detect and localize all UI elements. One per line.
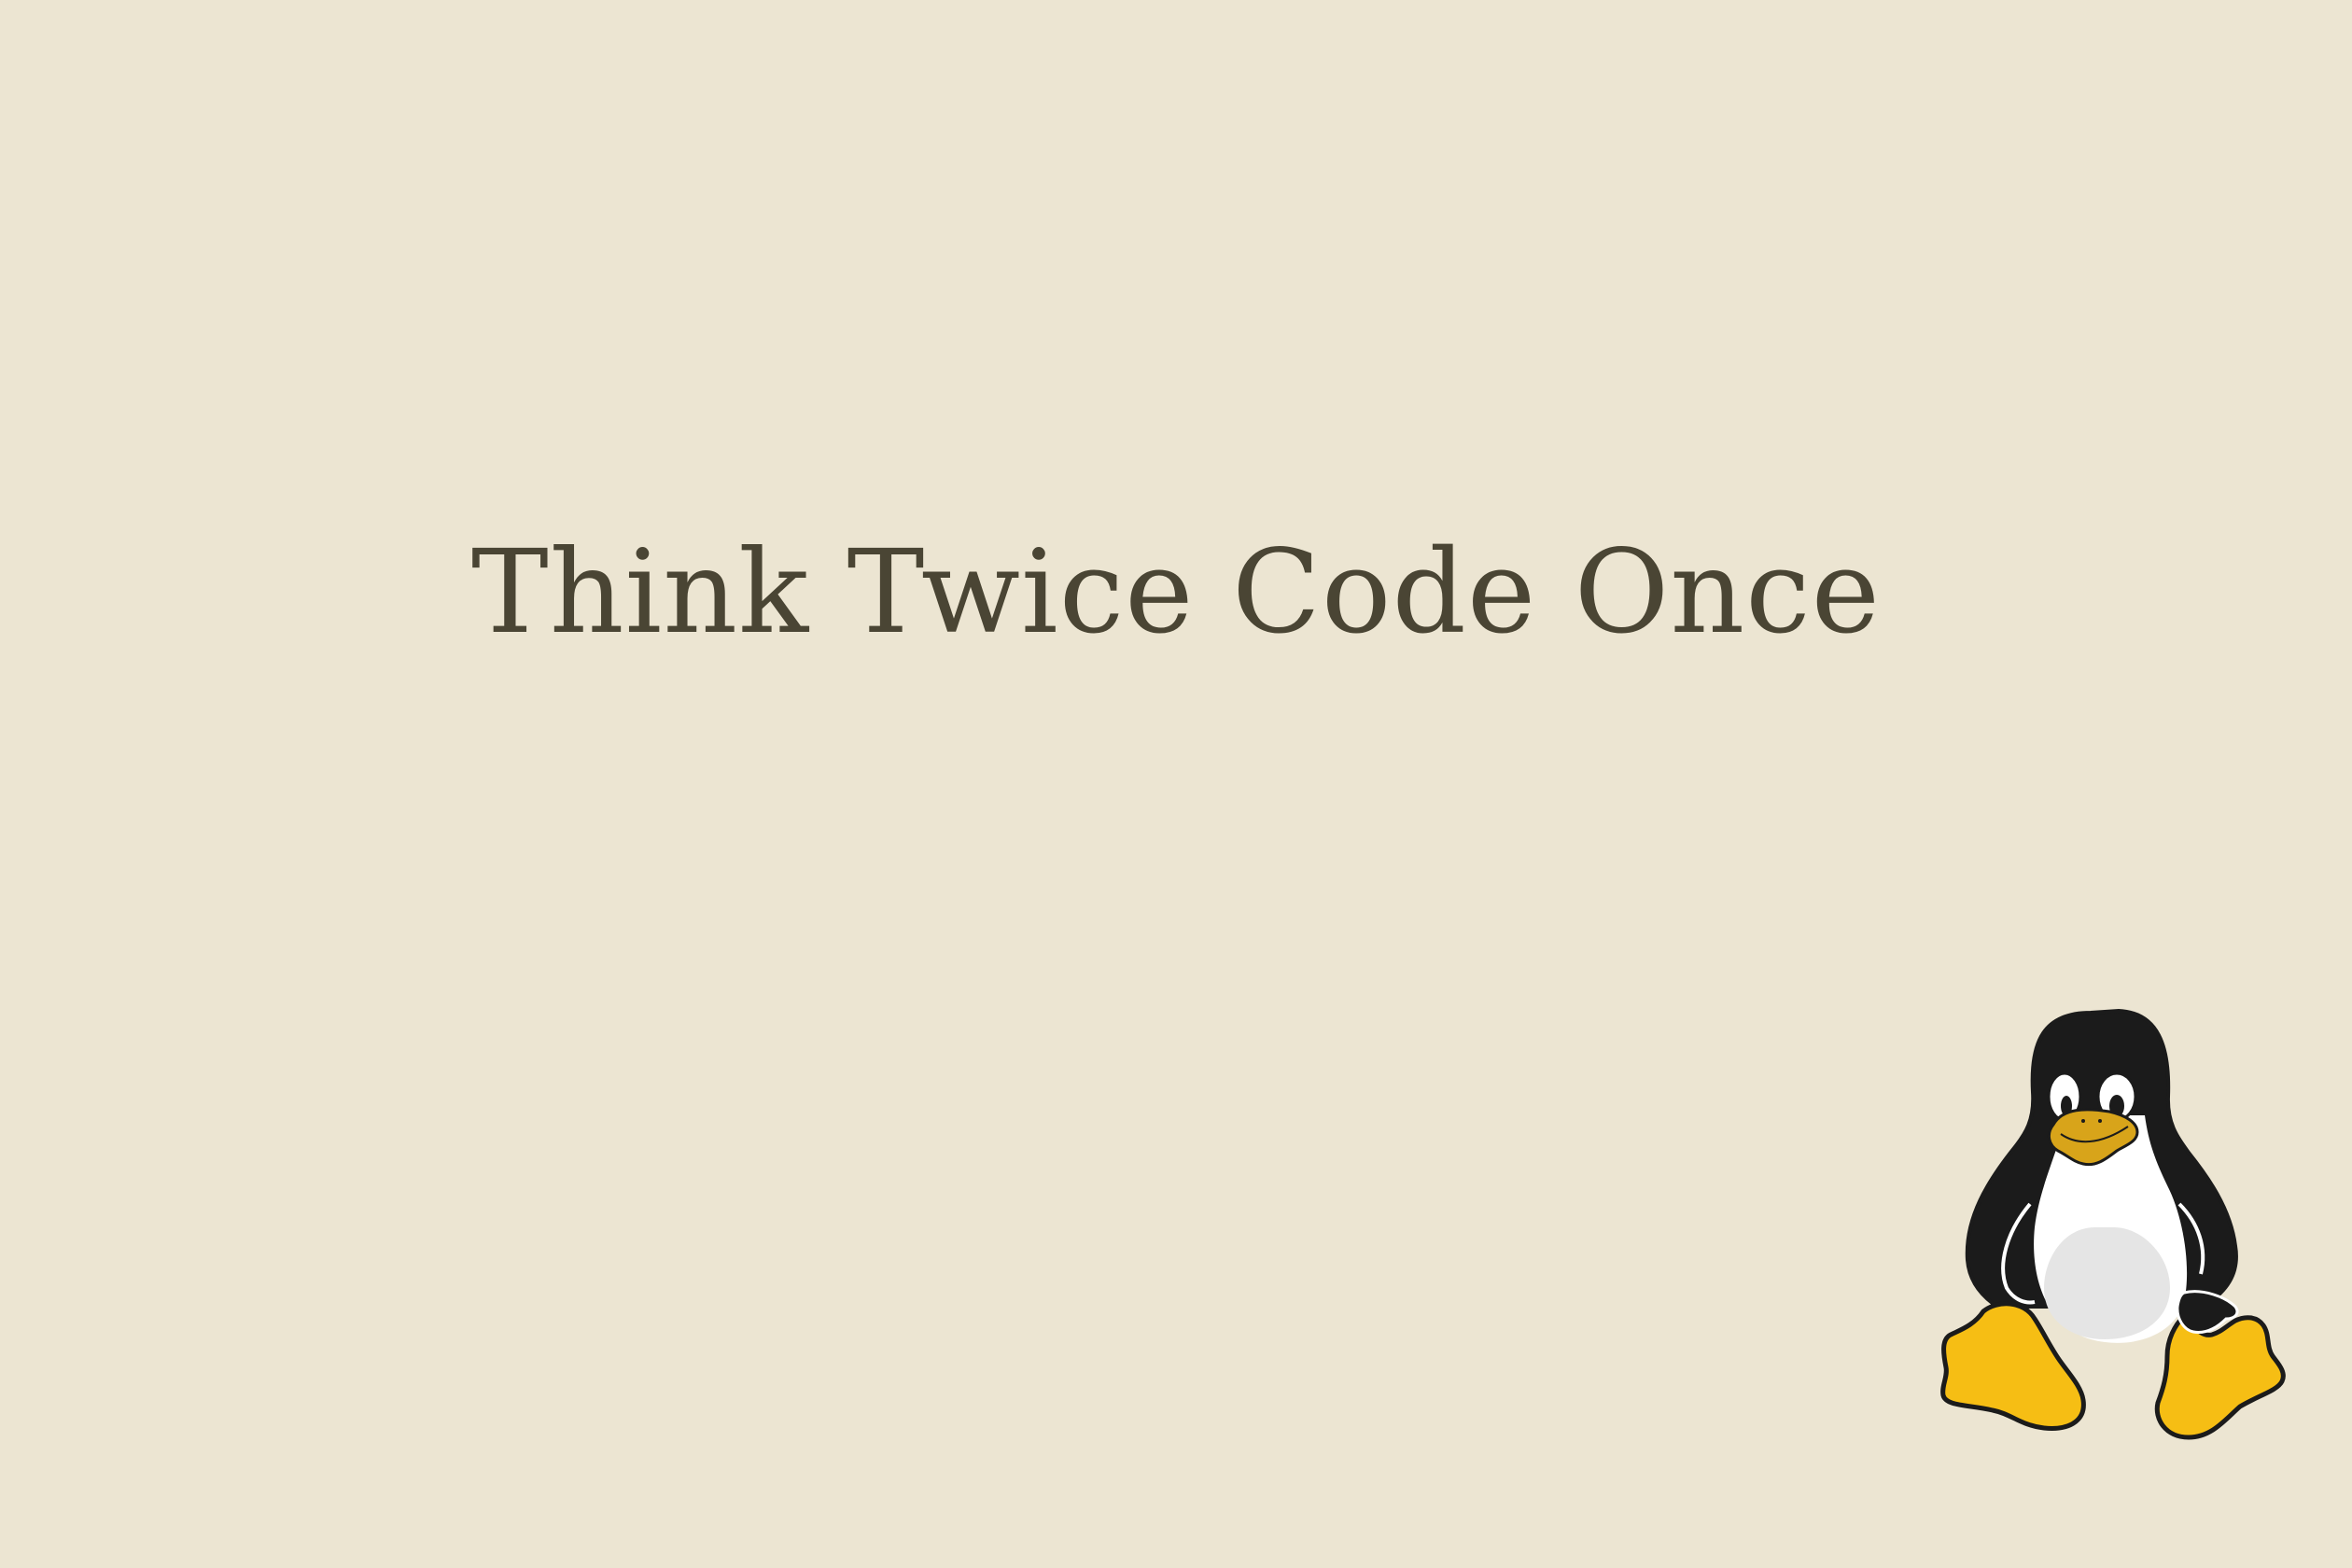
desktop-wallpaper: Think Twice Code Once	[0, 0, 2352, 1568]
tux-penguin-icon	[1940, 1008, 2286, 1440]
wallpaper-tagline: Think Twice Code Once	[470, 525, 1882, 660]
